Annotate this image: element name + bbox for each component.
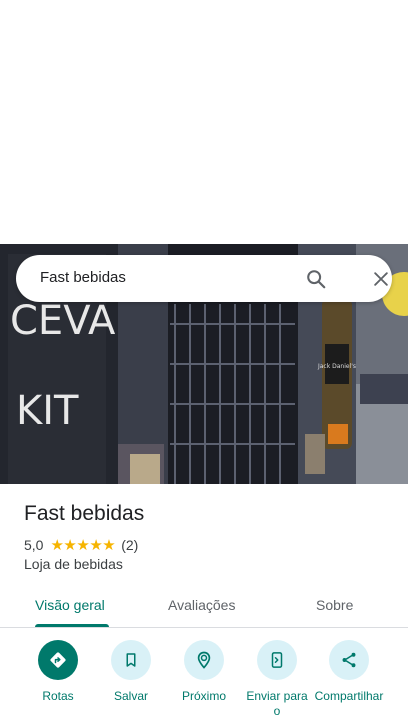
send-to-phone-button[interactable]: Enviar para o	[238, 640, 316, 719]
tab-reviews[interactable]: Avaliações	[168, 597, 235, 613]
save-label: Salvar	[113, 689, 148, 703]
rating-row[interactable]: 5,0 ★ ★ ★ ★ ★ (2)	[24, 536, 138, 554]
share-button[interactable]: Compartilhar	[310, 640, 388, 704]
save-button[interactable]: Salvar	[92, 640, 170, 704]
send-to-phone-icon	[271, 652, 283, 668]
tab-bar: Visão geral Avaliações Sobre	[0, 588, 408, 628]
star-icon: ★	[50, 536, 64, 554]
bookmark-icon	[126, 653, 136, 667]
star-icon: ★	[89, 536, 103, 554]
nearby-label: Próximo	[181, 689, 226, 703]
star-icon: ★	[76, 536, 90, 554]
search-icon[interactable]	[303, 266, 329, 292]
search-query[interactable]: Fast bebidas	[40, 269, 126, 286]
send-to-phone-label: Enviar para o	[246, 689, 308, 718]
map-blank-area	[0, 0, 408, 244]
review-count[interactable]: (2)	[121, 537, 138, 553]
wall-text-1: CEVA	[10, 298, 116, 344]
place-title: Fast bebidas	[24, 502, 145, 525]
nearby-icon	[197, 651, 211, 669]
directions-label: Rotas	[42, 689, 74, 703]
star-icon: ★	[102, 536, 116, 554]
rating-value: 5,0	[24, 537, 44, 553]
wall-text-2: KIT	[16, 388, 79, 434]
bottle-label: Jack Daniel's	[317, 363, 356, 370]
directions-icon	[50, 652, 66, 668]
active-tab-indicator	[35, 624, 109, 627]
star-icon: ★	[63, 536, 77, 554]
share-icon	[342, 652, 356, 668]
nearby-button[interactable]: Próximo	[165, 640, 243, 704]
close-icon[interactable]	[368, 266, 394, 292]
tab-about[interactable]: Sobre	[316, 597, 353, 613]
search-bar[interactable]: Fast bebidas	[16, 255, 392, 302]
directions-button[interactable]: Rotas	[19, 640, 97, 704]
action-bar: Rotas Salvar Próximo Enviar para o Compa…	[0, 640, 408, 726]
place-category: Loja de bebidas	[24, 556, 123, 572]
share-label: Compartilhar	[314, 689, 384, 703]
star-rating: ★ ★ ★ ★ ★	[50, 538, 115, 553]
tab-overview[interactable]: Visão geral	[35, 597, 105, 613]
